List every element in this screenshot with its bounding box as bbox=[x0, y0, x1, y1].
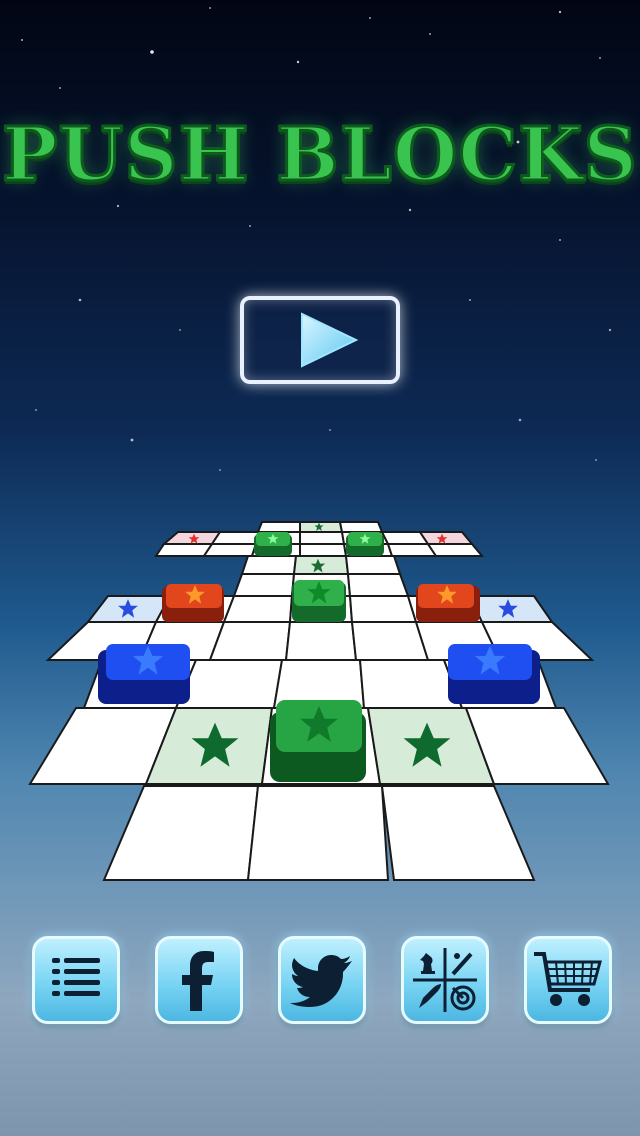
green-block[interactable] bbox=[292, 580, 346, 622]
green-block[interactable] bbox=[254, 532, 292, 556]
menu-button[interactable] bbox=[32, 936, 120, 1024]
board-tile bbox=[299, 531, 346, 545]
board-tile bbox=[222, 595, 294, 623]
board-tile bbox=[210, 531, 262, 545]
shopping-cart-icon bbox=[534, 952, 602, 1006]
blue-block[interactable] bbox=[98, 644, 190, 704]
board-tile bbox=[202, 543, 258, 557]
twitter-button[interactable] bbox=[278, 936, 366, 1024]
facebook-button[interactable] bbox=[155, 936, 243, 1024]
more-games-button[interactable] bbox=[401, 936, 489, 1024]
board-tile bbox=[154, 543, 214, 557]
twitter-bird-icon bbox=[290, 955, 352, 1007]
facebook-icon bbox=[182, 951, 214, 1011]
game-title: PUSH BLOCKS bbox=[1, 111, 639, 200]
blue-block[interactable] bbox=[448, 644, 540, 704]
menu-list-icon bbox=[52, 958, 100, 996]
player-green-block[interactable] bbox=[270, 700, 366, 782]
board-tile bbox=[426, 543, 485, 557]
game-board bbox=[28, 521, 610, 881]
board-tile bbox=[348, 595, 418, 623]
star-field bbox=[21, 7, 612, 471]
board-tile bbox=[380, 785, 536, 881]
board-tile bbox=[208, 621, 292, 661]
board-tile bbox=[246, 785, 390, 881]
bottom-toolbar bbox=[0, 936, 640, 1028]
board-tile bbox=[240, 555, 298, 575]
play-icon bbox=[301, 312, 359, 368]
board-tile bbox=[346, 573, 410, 597]
play-button[interactable] bbox=[240, 296, 400, 384]
shop-button[interactable] bbox=[524, 936, 612, 1024]
board-tile bbox=[350, 621, 430, 661]
board-tile bbox=[338, 521, 384, 533]
board-tile bbox=[299, 543, 348, 557]
board-tile bbox=[232, 573, 296, 597]
board-tile bbox=[344, 555, 402, 575]
board-tile bbox=[256, 521, 301, 533]
red-block[interactable] bbox=[416, 584, 480, 622]
red-block[interactable] bbox=[162, 584, 224, 622]
green-block[interactable] bbox=[346, 532, 384, 556]
board-tile bbox=[102, 785, 260, 881]
game-categories-icon bbox=[413, 948, 477, 1012]
board-tile bbox=[284, 621, 358, 661]
